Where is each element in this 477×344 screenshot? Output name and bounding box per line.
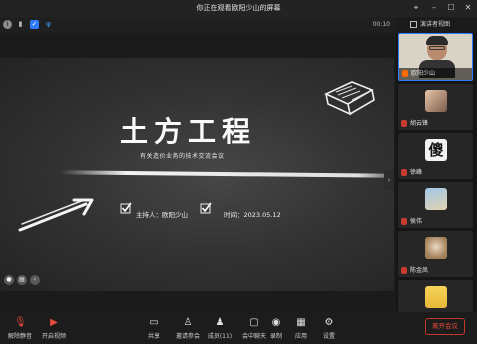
avatar xyxy=(425,286,447,308)
participants-panel: 欧阳少山 胡云锋 傻 徐峰 侯伟 陈金凤 xyxy=(396,33,477,344)
start-video-label: 开启视频 xyxy=(41,333,66,340)
slide-date: 时间：2023.05.12 xyxy=(224,211,281,219)
settings-label: 设置 xyxy=(322,333,335,340)
shared-screen: 土方工程 有关造价业务的技术交流会议 主持人：欧阳少山 时间：2023.05.1… xyxy=(0,58,394,291)
add-user-icon: ♙ xyxy=(183,317,193,328)
participant-name: 陈金凤 xyxy=(410,267,429,274)
pointer-icon[interactable]: ● xyxy=(4,275,14,285)
mic-muted-icon xyxy=(402,70,408,77)
title-bar: 你正在观看欧阳少山的屏幕 ⌖ – ☐ ✕ xyxy=(0,0,477,17)
slide-title: 土方工程 xyxy=(120,115,257,148)
speaker-view-label: 演讲者视图 xyxy=(420,21,451,28)
avatar xyxy=(425,237,447,259)
slide-subtitle: 有关造价业务的技术交流会议 xyxy=(140,153,225,160)
gear-icon: ⚙ xyxy=(324,317,334,328)
meeting-window: 你正在观看欧阳少山的屏幕 ⌖ – ☐ ✕ i ▮ ✓ ψ 00:10 演讲者视图… xyxy=(0,0,477,344)
slide-host: 主持人：欧阳少山 xyxy=(136,211,188,219)
annotation-controls: ● ▤ ‹ xyxy=(4,266,48,285)
info-icon[interactable]: i xyxy=(3,20,12,29)
speaker-view-button[interactable]: 演讲者视图 xyxy=(410,19,470,31)
pin-icon[interactable]: ⌖ xyxy=(410,2,422,14)
bottom-toolbar: 🎙 解除静音 ▶ 开启视频 ▭ 共享 ♙ 邀请参会 ♟ 成员(11) ▢ 会中聊… xyxy=(0,312,477,344)
checkbox-icon xyxy=(200,202,212,214)
grid-icon xyxy=(410,21,417,28)
close-icon[interactable]: ✕ xyxy=(462,2,474,14)
shield-icon[interactable]: ✓ xyxy=(30,20,39,29)
network-icon[interactable]: ψ xyxy=(44,20,53,29)
chalk-line xyxy=(59,170,391,178)
mic-muted-icon xyxy=(401,169,407,176)
participant-tile[interactable] xyxy=(398,280,473,312)
checkbox-icon xyxy=(120,202,132,214)
camera-off-icon: ▶ xyxy=(50,317,58,328)
comment-icon[interactable]: ▤ xyxy=(17,275,27,285)
apps-icon: ▦ xyxy=(296,317,306,328)
avatar xyxy=(425,90,447,112)
avatar: 傻 xyxy=(425,139,447,161)
participant-tile[interactable]: 胡云锋 xyxy=(398,84,473,130)
meeting-timer: 00:10 xyxy=(372,21,390,28)
participant-tile[interactable]: 傻 徐峰 xyxy=(398,133,473,179)
participant-name: 胡云锋 xyxy=(410,120,429,127)
mic-muted-icon xyxy=(401,267,407,274)
participant-name: 欧阳少山 xyxy=(411,70,436,77)
window-title: 你正在观看欧阳少山的屏幕 xyxy=(196,4,281,12)
collapse-panel-button[interactable]: › xyxy=(384,170,394,190)
maximize-icon[interactable]: ☐ xyxy=(445,2,457,14)
participant-tile[interactable]: 陈金凤 xyxy=(398,231,473,277)
share-screen-icon: ▭ xyxy=(149,317,159,328)
start-video-button[interactable]: ▶ 开启视频 xyxy=(34,314,74,342)
participant-name: 徐峰 xyxy=(410,169,423,176)
participant-tile[interactable]: 欧阳少山 xyxy=(398,33,473,81)
participant-tile[interactable]: 侯伟 xyxy=(398,182,473,228)
chalk-arrow xyxy=(18,198,94,232)
avatar xyxy=(425,188,447,210)
collapse-left-icon[interactable]: ‹ xyxy=(30,275,40,285)
mic-off-icon: 🎙 xyxy=(14,317,27,328)
mic-muted-icon xyxy=(401,218,407,225)
settings-button[interactable]: ⚙ 设置 xyxy=(309,314,349,342)
mic-muted-icon xyxy=(401,120,407,127)
minimize-icon[interactable]: – xyxy=(428,2,440,14)
members-icon: ♟ xyxy=(215,317,225,328)
info-bar: i ▮ ✓ ψ 00:10 xyxy=(0,17,396,33)
signal-icon[interactable]: ▮ xyxy=(16,20,25,29)
participant-name: 侯伟 xyxy=(410,218,423,225)
leave-meeting-button[interactable]: 离开会议 xyxy=(425,318,465,335)
book-drawing xyxy=(324,81,375,116)
